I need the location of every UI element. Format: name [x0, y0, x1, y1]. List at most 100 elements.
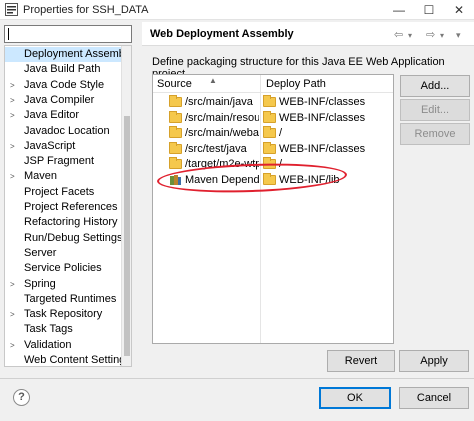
- source-cell: /src/main/webapp: [169, 126, 259, 140]
- folder-icon: [169, 157, 182, 169]
- expand-arrow-icon[interactable]: >: [10, 169, 15, 184]
- deploy-path-label: WEB-INF/classes: [279, 142, 366, 155]
- tree-item-label: JSP Fragment: [24, 155, 95, 168]
- expand-arrow-icon[interactable]: >: [10, 277, 15, 292]
- table-header: Source ▲ Deploy Path: [153, 75, 393, 93]
- expand-arrow-icon[interactable]: >: [10, 93, 15, 108]
- eclipse-app-icon: [5, 3, 18, 16]
- window-title: Properties for SSH_DATA: [23, 4, 149, 16]
- tree-item-label: Service Policies: [24, 262, 102, 275]
- maximize-button[interactable]: ☐: [414, 0, 444, 20]
- tree-item[interactable]: > JavaScript: [5, 139, 123, 154]
- tree-item[interactable]: Service Policies: [5, 261, 123, 276]
- tree-item[interactable]: Project Facets: [5, 185, 123, 200]
- forward-history-dropdown-icon[interactable]: ▾: [440, 31, 444, 40]
- table-row[interactable]: /src/test/java WEB-INF/classes: [153, 141, 393, 157]
- deployment-assembly-table[interactable]: Source ▲ Deploy Path /src/main/java WEB-I…: [152, 74, 394, 344]
- deploy-path-cell: /: [263, 126, 391, 140]
- tree-item-label: Validation: [24, 338, 72, 351]
- expand-arrow-icon[interactable]: >: [10, 78, 15, 93]
- page-title: Web Deployment Assembly: [150, 28, 294, 40]
- properties-nav-tree[interactable]: Deployment Assembly Java Build Path > Java …: [4, 45, 132, 367]
- tree-item[interactable]: Project References: [5, 200, 123, 215]
- table-row[interactable]: /src/main/webapp /: [153, 125, 393, 141]
- source-label: /src/main/webapp: [185, 127, 259, 139]
- tree-item-label: Project References: [24, 201, 118, 213]
- folder-icon: [263, 95, 276, 107]
- tree-item-label: Run/Debug Settings: [24, 231, 123, 244]
- back-history-dropdown-icon[interactable]: ▾: [408, 31, 412, 40]
- tree-item[interactable]: Deployment Assembly: [5, 47, 131, 62]
- tree-item[interactable]: Server: [5, 246, 123, 261]
- tree-item-label: Spring: [24, 277, 56, 290]
- footer-divider: [0, 378, 474, 379]
- forward-arrow-icon[interactable]: ⇨: [426, 28, 435, 41]
- tree-item-label: Refactoring History: [24, 216, 118, 229]
- text-caret: [8, 28, 9, 40]
- tree-item[interactable]: > Java Code Style: [5, 78, 123, 93]
- deploy-path-label: WEB-INF/classes: [279, 111, 366, 124]
- tree-item[interactable]: Task Tags: [5, 322, 123, 337]
- close-button[interactable]: ✕: [444, 0, 474, 20]
- deploy-path-label: /: [279, 127, 283, 139]
- back-arrow-icon[interactable]: ⇦: [394, 28, 403, 41]
- folder-icon: [263, 126, 276, 138]
- tree-item-label: JavaScript: [24, 139, 76, 152]
- folder-icon: [169, 110, 182, 123]
- tree-scrollbar[interactable]: [121, 46, 131, 366]
- source-label: /src/main/resources: [185, 111, 259, 124]
- filter-input[interactable]: [4, 25, 132, 43]
- add-button[interactable]: Add...: [400, 75, 470, 97]
- deploy-path-label: WEB-INF/classes: [279, 96, 366, 108]
- tree-item-label: Deployment Assembly: [24, 48, 132, 60]
- minimize-button[interactable]: —: [384, 0, 414, 20]
- revert-button[interactable]: Revert: [327, 350, 395, 372]
- tree-item[interactable]: Java Build Path: [5, 62, 123, 77]
- folder-icon: [169, 141, 182, 154]
- expand-arrow-icon[interactable]: >: [10, 139, 15, 154]
- page-header: Web Deployment Assembly ⇦ ▾ ⇨ ▾ ▾: [142, 22, 474, 46]
- expand-arrow-icon[interactable]: >: [10, 307, 15, 322]
- source-cell: /src/main/resources: [169, 110, 259, 125]
- tree-scrollbar-thumb[interactable]: [124, 116, 130, 356]
- tree-item[interactable]: > Validation: [5, 338, 123, 353]
- expand-arrow-icon[interactable]: >: [10, 108, 15, 123]
- deploy-path-cell: WEB-INF/classes: [263, 141, 391, 156]
- tree-item-label: Server: [24, 246, 57, 259]
- window-titlebar: Properties for SSH_DATA — ☐ ✕: [0, 0, 474, 20]
- table-row[interactable]: /src/main/resources WEB-INF/classes: [153, 110, 393, 126]
- tree-item[interactable]: Web Content Settings: [5, 353, 131, 366]
- source-cell: /src/main/java: [169, 95, 259, 109]
- source-label: /src/main/java: [185, 96, 253, 108]
- tree-item[interactable]: > Java Compiler: [5, 93, 123, 108]
- tree-item[interactable]: > Task Repository: [5, 307, 123, 322]
- ok-button[interactable]: OK: [319, 387, 391, 409]
- cancel-button[interactable]: Cancel: [399, 387, 469, 409]
- expand-arrow-icon[interactable]: >: [10, 338, 15, 353]
- column-header-deploy-path[interactable]: Deploy Path: [266, 78, 326, 90]
- source-cell: /src/test/java: [169, 141, 259, 156]
- tree-item-label: Java Build Path: [24, 63, 101, 76]
- tree-item[interactable]: Run/Debug Settings: [5, 231, 123, 246]
- table-row[interactable]: /src/main/java WEB-INF/classes: [153, 94, 393, 110]
- edit-button[interactable]: Edit...: [400, 99, 470, 121]
- tree-item-label: Javadoc Location: [24, 124, 110, 137]
- tree-item[interactable]: Targeted Runtimes: [5, 292, 123, 307]
- tree-item[interactable]: > Java Editor: [5, 108, 123, 123]
- view-menu-icon[interactable]: ▾: [456, 30, 461, 41]
- remove-button[interactable]: Remove: [400, 123, 470, 145]
- tree-item-label: Task Tags: [24, 323, 73, 336]
- deploy-path-cell: WEB-INF/classes: [263, 110, 391, 125]
- tree-item[interactable]: JSP Fragment: [5, 154, 123, 169]
- tree-item[interactable]: Javadoc Location: [5, 124, 123, 139]
- source-label: /src/test/java: [185, 142, 247, 155]
- folder-icon: [169, 126, 182, 138]
- column-header-source[interactable]: Source ▲: [157, 76, 217, 90]
- tree-item[interactable]: Refactoring History: [5, 215, 123, 230]
- tree-item-label: Java Editor: [24, 109, 80, 122]
- tree-item[interactable]: > Maven: [5, 169, 123, 184]
- apply-button[interactable]: Apply: [399, 350, 469, 372]
- help-icon[interactable]: ?: [13, 389, 30, 406]
- tree-item-label: Java Code Style: [24, 78, 105, 91]
- tree-item[interactable]: > Spring: [5, 277, 123, 292]
